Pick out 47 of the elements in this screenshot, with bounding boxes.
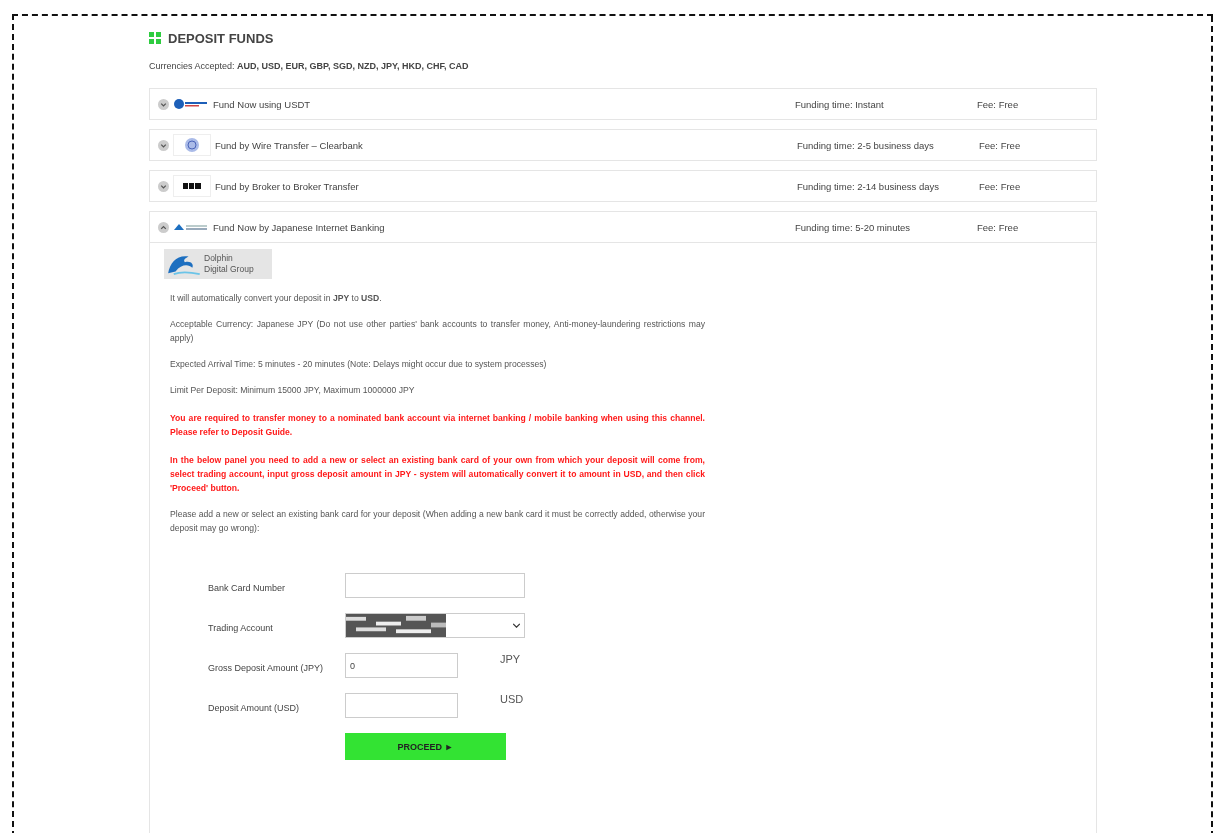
info-paragraph: Expected Arrival Time: 5 minutes - 20 minutes (Note: Delays might occur due to system processes) — [170, 358, 548, 371]
brand-name: Dolphin — [204, 253, 234, 264]
method-name: Fund by Wire Transfer – Clearbank — [215, 139, 364, 151]
grid-icon — [149, 32, 161, 44]
payment-method-row[interactable]: Fund Now using USDT Funding time: Instant Fee: Free — [149, 88, 1097, 120]
payment-method-row[interactable]: Fund Now by Japanese Internet Banking Funding time: 5-20 minutes Fee: Free — [149, 211, 1097, 243]
funding-time: Funding time: 2-14 business days — [797, 180, 941, 192]
info-paragraph: It will automatically convert your deposit in JPY to USD. — [170, 292, 383, 305]
fee-text: Fee: Free — [979, 139, 1021, 151]
logo-icon — [173, 175, 211, 197]
globe-icon — [173, 134, 211, 156]
method-name: Fund Now using USDT — [213, 98, 312, 110]
info-paragraph: In the below panel you need to add a new or select an existing bank card of your own from which your deposit will come from, select trading account, input gross deposit amount in JPY - system will automatically convert it to amount in USD, and then click 'Proceed' button. — [170, 454, 705, 495]
method-name: Fund Now by Japanese Internet Banking — [213, 221, 386, 233]
info-paragraph: Limit Per Deposit: Minimum 15000 JPY, Maximum 1000000 JPY — [170, 384, 416, 397]
method-name: Fund by Broker to Broker Transfer — [215, 180, 360, 192]
funding-time: Funding time: 5-20 minutes — [795, 221, 912, 233]
payment-method-row[interactable]: Fund by Wire Transfer – Clearbank Funding time: 2-5 business days Fee: Free — [149, 129, 1097, 161]
unit-text: USD — [500, 693, 524, 705]
info-paragraph: Please add a new or select an existing bank card for your deposit (When adding a new bank card it must be correctly added, otherwise your deposit may go wrong): — [170, 508, 705, 535]
brand-name: Digital Group — [204, 264, 254, 275]
page-title: DEPOSIT FUNDS — [168, 30, 274, 46]
account-select[interactable] — [345, 613, 525, 638]
field-label: Gross Deposit Amount (JPY) — [208, 663, 325, 673]
field-label: Trading Account — [208, 623, 274, 633]
currencies-text: Currencies Accepted: AUD, USD, EUR, GBP, SGD, NZD, JPY, HKD, CHF, CAD — [149, 61, 470, 71]
input-field[interactable] — [345, 693, 458, 718]
field-label: Bank Card Number — [208, 583, 287, 593]
fee-text: Fee: Free — [979, 180, 1021, 192]
toggle-icon — [158, 180, 169, 192]
funding-time: Funding time: Instant — [795, 98, 885, 110]
toggle-icon — [158, 98, 169, 110]
fee-text: Fee: Free — [977, 98, 1019, 110]
input-field[interactable]: 0 — [345, 653, 458, 678]
info-paragraph: Acceptable Currency: Japanese JPY (Do not use other parties' bank accounts to transfer money, Anti-money-laundering restrictions may apply) — [170, 318, 705, 345]
payment-method-row[interactable]: Fund by Broker to Broker Transfer Funding time: 2-14 business days Fee: Free — [149, 170, 1097, 202]
field-label: Deposit Amount (USD) — [208, 703, 301, 713]
logo-icon — [173, 97, 209, 111]
toggle-icon — [158, 139, 169, 151]
dropdown-icon — [513, 623, 520, 628]
toggle-icon — [158, 221, 169, 233]
input-field[interactable] — [345, 573, 525, 598]
funding-time: Funding time: 2-5 business days — [797, 139, 935, 151]
info-paragraph: You are required to transfer money to a nominated bank account via internet banking / mobile banking when using this channel. Please refer to Deposit Guide. — [170, 412, 705, 439]
proceed-button[interactable]: PROCEED ► — [345, 733, 506, 760]
unit-text: JPY — [500, 653, 521, 665]
fee-text: Fee: Free — [977, 221, 1019, 233]
